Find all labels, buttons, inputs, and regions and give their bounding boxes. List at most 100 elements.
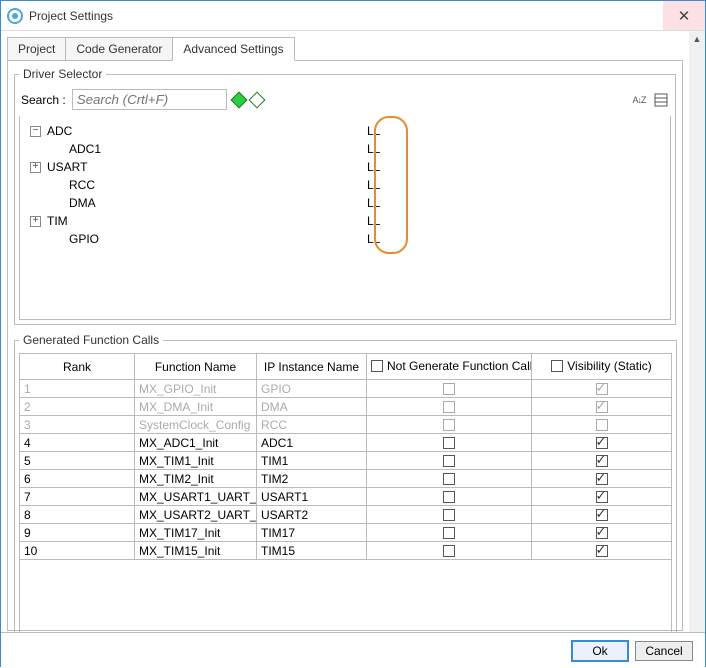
cell-visibility[interactable] (532, 434, 672, 452)
cell-visibility[interactable] (532, 542, 672, 560)
cell-rank: 4 (20, 434, 135, 452)
app-icon (7, 8, 23, 24)
driver-selector-group: Driver Selector Search : A↓Z −ADCLLADC1L… (14, 67, 676, 325)
cell-ip-instance: DMA (257, 398, 367, 416)
cell-function-name: MX_USART1_UART_Init (135, 488, 257, 506)
cell-function-name: MX_GPIO_Init (135, 380, 257, 398)
expand-icon[interactable]: + (30, 216, 41, 227)
cell-function-name: SystemClock_Config (135, 416, 257, 434)
cell-visibility[interactable] (532, 470, 672, 488)
cell-ip-instance: USART2 (257, 506, 367, 524)
col-rank[interactable]: Rank (20, 354, 135, 380)
tab-project[interactable]: Project (7, 37, 66, 61)
list-view-icon[interactable] (653, 92, 669, 108)
driver-selector-legend: Driver Selector (19, 67, 106, 81)
expand-icon[interactable]: + (30, 162, 41, 173)
tree-label: ADC (47, 124, 367, 138)
checkbox-icon (551, 360, 563, 372)
cell-not-generate (367, 416, 532, 434)
tree-row[interactable]: +USARTLL (20, 158, 670, 176)
cell-visibility[interactable] (532, 506, 672, 524)
cell-visibility[interactable] (532, 488, 672, 506)
next-match-icon[interactable] (230, 91, 247, 108)
tree-label: DMA (47, 196, 367, 210)
close-button[interactable]: ✕ (663, 1, 705, 30)
col-not-generate[interactable]: Not Generate Function Call (367, 354, 532, 380)
table-row[interactable]: 10MX_TIM15_InitTIM15 (20, 542, 672, 560)
tab-advanced-settings[interactable]: Advanced Settings (172, 37, 294, 61)
cell-rank: 5 (20, 452, 135, 470)
table-row[interactable]: 8MX_USART2_UART_InitUSART2 (20, 506, 672, 524)
col-ip-instance[interactable]: IP Instance Name (257, 354, 367, 380)
cell-function-name: MX_USART2_UART_Init (135, 506, 257, 524)
checkbox-icon (596, 419, 608, 431)
cell-not-generate[interactable] (367, 524, 532, 542)
checkbox-icon (443, 401, 455, 413)
cell-function-name: MX_TIM2_Init (135, 470, 257, 488)
search-input[interactable] (72, 89, 227, 110)
checkbox-icon (443, 455, 455, 467)
checkbox-icon (443, 419, 455, 431)
checkbox-icon (596, 509, 608, 521)
cell-ip-instance: TIM15 (257, 542, 367, 560)
prev-match-icon[interactable] (248, 91, 265, 108)
tree-label: ADC1 (47, 142, 367, 156)
tree-row[interactable]: RCCLL (20, 176, 670, 194)
tree-row[interactable]: ADC1LL (20, 140, 670, 158)
tab-code-generator[interactable]: Code Generator (65, 37, 173, 61)
table-row[interactable]: 7MX_USART1_UART_InitUSART1 (20, 488, 672, 506)
tabs: Project Code Generator Advanced Settings (1, 31, 689, 61)
cell-visibility[interactable] (532, 524, 672, 542)
table-row[interactable]: 6MX_TIM2_InitTIM2 (20, 470, 672, 488)
cell-not-generate[interactable] (367, 434, 532, 452)
col-visibility[interactable]: Visibility (Static) (532, 354, 672, 380)
checkbox-icon (596, 383, 608, 395)
sort-icon[interactable]: A↓Z (631, 92, 647, 108)
table-row[interactable]: 4MX_ADC1_InitADC1 (20, 434, 672, 452)
tab-panel: Driver Selector Search : A↓Z −ADCLLADC1L… (7, 60, 683, 631)
checkbox-icon (443, 473, 455, 485)
cell-not-generate[interactable] (367, 470, 532, 488)
checkbox-icon (443, 437, 455, 449)
cell-visibility[interactable] (532, 452, 672, 470)
col-not-generate-label: Not Generate Function Call (387, 359, 532, 373)
table-row[interactable]: 5MX_TIM1_InitTIM1 (20, 452, 672, 470)
cell-not-generate[interactable] (367, 506, 532, 524)
cell-ip-instance: GPIO (257, 380, 367, 398)
cell-not-generate[interactable] (367, 542, 532, 560)
tree-row[interactable]: GPIOLL (20, 230, 670, 248)
driver-tree[interactable]: −ADCLLADC1LL+USARTLLRCCLLDMALL+TIMLLGPIO… (19, 116, 671, 320)
cell-not-generate[interactable] (367, 452, 532, 470)
checkbox-icon (596, 545, 608, 557)
checkbox-icon (596, 437, 608, 449)
tree-row[interactable]: DMALL (20, 194, 670, 212)
checkbox-icon (596, 527, 608, 539)
table-row[interactable]: 1MX_GPIO_InitGPIO (20, 380, 672, 398)
search-label: Search : (21, 93, 66, 107)
tree-label: USART (47, 160, 367, 174)
tree-label: RCC (47, 178, 367, 192)
checkbox-icon (443, 509, 455, 521)
cell-rank: 10 (20, 542, 135, 560)
cell-ip-instance: TIM2 (257, 470, 367, 488)
table-row[interactable]: 3SystemClock_ConfigRCC (20, 416, 672, 434)
collapse-icon[interactable]: − (30, 126, 41, 137)
tree-row[interactable]: −ADCLL (20, 122, 670, 140)
cell-rank: 3 (20, 416, 135, 434)
cell-not-generate[interactable] (367, 488, 532, 506)
tree-row[interactable]: +TIMLL (20, 212, 670, 230)
cell-not-generate (367, 398, 532, 416)
table-row[interactable]: 9MX_TIM17_InitTIM17 (20, 524, 672, 542)
col-function-name[interactable]: Function Name (135, 354, 257, 380)
scrollbar-vertical[interactable]: ▲ (689, 31, 705, 632)
cancel-button[interactable]: Cancel (635, 641, 693, 661)
cell-visibility (532, 380, 672, 398)
scroll-up-icon[interactable]: ▲ (689, 31, 705, 47)
ok-button[interactable]: Ok (571, 640, 629, 662)
table-row[interactable]: 2MX_DMA_InitDMA (20, 398, 672, 416)
cell-rank: 7 (20, 488, 135, 506)
cell-function-name: MX_ADC1_Init (135, 434, 257, 452)
cell-rank: 2 (20, 398, 135, 416)
cell-rank: 9 (20, 524, 135, 542)
cell-ip-instance: ADC1 (257, 434, 367, 452)
